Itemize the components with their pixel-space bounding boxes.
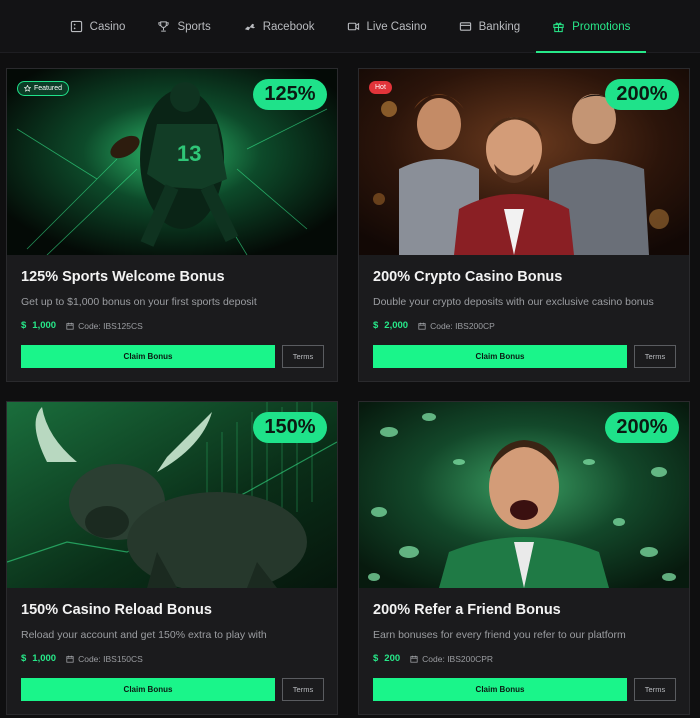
code-text: Code: IBS125CS bbox=[78, 320, 143, 331]
currency-symbol: $ bbox=[21, 653, 27, 664]
promo-description: Earn bonuses for every friend you refer … bbox=[373, 629, 626, 641]
featured-badge: Featured bbox=[17, 81, 70, 96]
promo-code: Code: IBS125CS bbox=[66, 321, 143, 331]
amount-value: 2,000 bbox=[384, 320, 409, 331]
trophy-icon bbox=[158, 21, 170, 32]
gift-icon bbox=[553, 22, 564, 33]
promo-title: 200% Refer a Friend Bonus bbox=[373, 602, 561, 618]
calendar-icon bbox=[410, 655, 418, 663]
tab-racebook[interactable]: Racebook bbox=[227, 0, 331, 53]
promo-card: 200% 200% Refer a Friend Bonus Earn bonu… bbox=[358, 401, 690, 715]
promo-title: 150% Casino Reload Bonus bbox=[21, 602, 212, 618]
promo-description: Double your crypto deposits with our exc… bbox=[373, 296, 654, 308]
claim-bonus-button[interactable]: Claim Bonus bbox=[373, 345, 627, 368]
terms-button[interactable]: Terms bbox=[634, 345, 676, 368]
calendar-icon bbox=[66, 322, 74, 330]
promo-title: 125% Sports Welcome Bonus bbox=[21, 269, 225, 285]
video-icon bbox=[347, 22, 359, 31]
promo-title: 200% Crypto Casino Bonus bbox=[373, 269, 563, 285]
bonus-percent-badge: 200% bbox=[605, 412, 679, 443]
terms-button[interactable]: Terms bbox=[282, 678, 324, 701]
code-text: Code: IBS200CPR bbox=[422, 653, 494, 664]
amount-value: 1,000 bbox=[32, 653, 57, 664]
code-text: Code: IBS200CP bbox=[430, 320, 495, 331]
promo-description: Reload your account and get 150% extra t… bbox=[21, 629, 267, 641]
tab-banking[interactable]: Banking bbox=[443, 0, 537, 53]
currency-symbol: $ bbox=[21, 320, 27, 331]
claim-bonus-button[interactable]: Claim Bonus bbox=[373, 678, 627, 701]
badge-label: Featured bbox=[34, 85, 63, 92]
tab-label: Promotions bbox=[572, 20, 631, 33]
bonus-amount: $1,000 bbox=[21, 653, 56, 664]
bonus-amount: $1,000 bbox=[21, 320, 56, 331]
calendar-icon bbox=[66, 655, 74, 663]
bonus-percent-badge: 200% bbox=[605, 79, 679, 110]
hot-badge: Hot bbox=[369, 81, 392, 94]
tab-label: Live Casino bbox=[366, 20, 427, 33]
tab-promotions[interactable]: Promotions bbox=[536, 0, 647, 53]
horse-icon bbox=[244, 23, 255, 31]
promo-card: Hot 200% 200% Crypto Casino Bonus Double… bbox=[358, 68, 690, 382]
svg-text:13: 13 bbox=[177, 141, 201, 166]
card-icon bbox=[459, 22, 471, 31]
casino-icon bbox=[70, 20, 82, 33]
bonus-percent-badge: 150% bbox=[253, 412, 327, 443]
currency-symbol: $ bbox=[373, 320, 379, 331]
promo-code: Code: IBS200CPR bbox=[410, 654, 493, 664]
amount-value: 200 bbox=[384, 653, 401, 664]
amount-value: 1,000 bbox=[32, 320, 57, 331]
promo-code: Code: IBS150CS bbox=[66, 654, 143, 664]
bonus-percent-badge: 125% bbox=[253, 79, 327, 110]
tab-label: Banking bbox=[478, 20, 521, 33]
terms-button[interactable]: Terms bbox=[282, 345, 324, 368]
code-text: Code: IBS150CS bbox=[78, 653, 143, 664]
currency-symbol: $ bbox=[373, 653, 379, 664]
terms-button[interactable]: Terms bbox=[634, 678, 676, 701]
tab-label: Racebook bbox=[262, 20, 315, 33]
tab-sports[interactable]: Sports bbox=[141, 0, 226, 53]
calendar-icon bbox=[418, 322, 426, 330]
bonus-amount: $200 bbox=[373, 653, 400, 664]
promo-description: Get up to $1,000 bonus on your first spo… bbox=[21, 296, 257, 308]
claim-bonus-button[interactable]: Claim Bonus bbox=[21, 678, 275, 701]
tab-label: Casino bbox=[89, 20, 126, 33]
promo-card: 13 Featured 125% 125% Sports Welcome Bon… bbox=[6, 68, 338, 382]
bonus-amount: $2,000 bbox=[373, 320, 408, 331]
tab-live-casino[interactable]: Live Casino bbox=[331, 0, 443, 53]
promo-code: Code: IBS200CP bbox=[418, 321, 495, 331]
tab-casino[interactable]: Casino bbox=[54, 0, 142, 53]
tab-label: Sports bbox=[177, 20, 211, 33]
star-icon bbox=[24, 85, 31, 92]
claim-bonus-button[interactable]: Claim Bonus bbox=[21, 345, 275, 368]
promo-card: 150% 150% Casino Reload Bonus Reload you… bbox=[6, 401, 338, 715]
top-nav: Casino Sports Racebook Live Casino Banki… bbox=[0, 0, 700, 53]
